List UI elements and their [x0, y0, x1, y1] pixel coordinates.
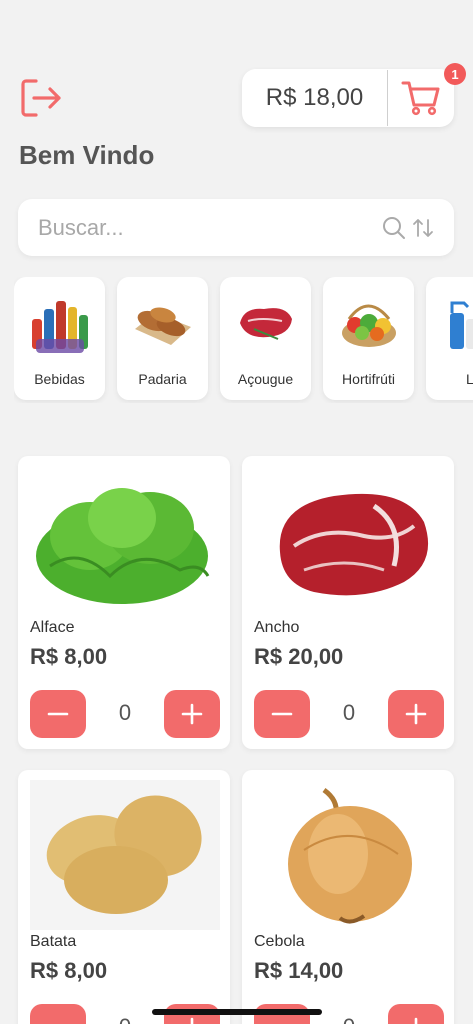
produce-image: [342, 304, 396, 347]
category-acougue[interactable]: Açougue: [220, 277, 311, 400]
quantity-value: 0: [86, 1014, 164, 1024]
search-input[interactable]: [38, 214, 382, 241]
plus-icon: [181, 703, 203, 725]
search-bar: [18, 199, 454, 256]
category-label: Hortifrúti: [342, 371, 395, 387]
category-label: Bebidas: [34, 371, 85, 387]
product-name: Batata: [30, 933, 77, 950]
quantity-value: 0: [310, 1014, 388, 1024]
bakery-image: [135, 307, 191, 345]
cart-icon: [401, 81, 440, 116]
product-price: R$ 14,00: [254, 958, 344, 983]
category-label: Li: [466, 371, 473, 387]
decrease-button[interactable]: [30, 690, 86, 738]
cleaning-image: [450, 301, 473, 349]
onion-image: [288, 787, 412, 924]
category-hortifruti[interactable]: Hortifrúti: [323, 277, 414, 400]
logout-icon: [21, 79, 61, 117]
search-icon[interactable]: [382, 216, 406, 240]
product-name: Ancho: [254, 619, 300, 636]
decrease-button[interactable]: [30, 1004, 86, 1024]
category-label: Açougue: [237, 371, 294, 387]
minus-icon: [47, 1017, 69, 1024]
sort-icon[interactable]: [412, 217, 434, 239]
product-name: Cebola: [254, 933, 305, 950]
product-card: Ancho R$ 20,00 0: [242, 456, 454, 749]
butcher-image: [240, 308, 292, 340]
page-title: Bem Vindo: [19, 140, 155, 170]
product-price: R$ 8,00: [30, 958, 108, 983]
category-label: Padaria: [138, 371, 187, 387]
lettuce-image: [36, 488, 210, 604]
product-price: R$ 20,00: [254, 644, 344, 669]
plus-icon: [405, 703, 427, 725]
plus-icon: [190, 1017, 194, 1024]
product-card: Cebola R$ 14,00 0: [242, 770, 454, 1024]
decrease-button[interactable]: [254, 690, 310, 738]
product-name: Alface: [30, 619, 75, 636]
minus-icon: [271, 1017, 293, 1024]
header: R$ 18,00 1 Bem Vindo: [0, 0, 473, 186]
quantity-stepper: 0: [30, 690, 220, 738]
increase-button[interactable]: [388, 690, 444, 738]
category-padaria[interactable]: Padaria: [117, 277, 208, 400]
steak-image: [279, 493, 429, 596]
minus-icon: [47, 712, 69, 716]
potato-image: [30, 780, 220, 930]
product-card: Batata R$ 8,00 0: [18, 770, 230, 1024]
increase-button[interactable]: [388, 1004, 444, 1024]
plus-icon: [414, 1017, 418, 1024]
cart-count-badge: 1: [444, 63, 466, 85]
quantity-value: 0: [118, 700, 132, 725]
home-indicator: [152, 1009, 322, 1015]
beverages-image: [32, 301, 88, 353]
product-card: Alface R$ 8,00 0: [18, 456, 230, 749]
quantity-value: 0: [342, 700, 356, 725]
category-bebidas[interactable]: Bebidas: [14, 277, 105, 400]
category-limpeza[interactable]: Li: [426, 277, 473, 400]
increase-button[interactable]: [164, 690, 220, 738]
product-price: R$ 8,00: [30, 644, 108, 669]
cart-total: R$ 18,00: [265, 84, 364, 111]
category-list: Bebidas Padaria Açougue Hortifrúti L: [14, 277, 473, 403]
quantity-stepper: 0: [254, 690, 444, 738]
logout-button[interactable]: [20, 78, 64, 118]
cart-summary: R$ 18,00: [242, 69, 454, 127]
minus-icon: [271, 712, 293, 716]
